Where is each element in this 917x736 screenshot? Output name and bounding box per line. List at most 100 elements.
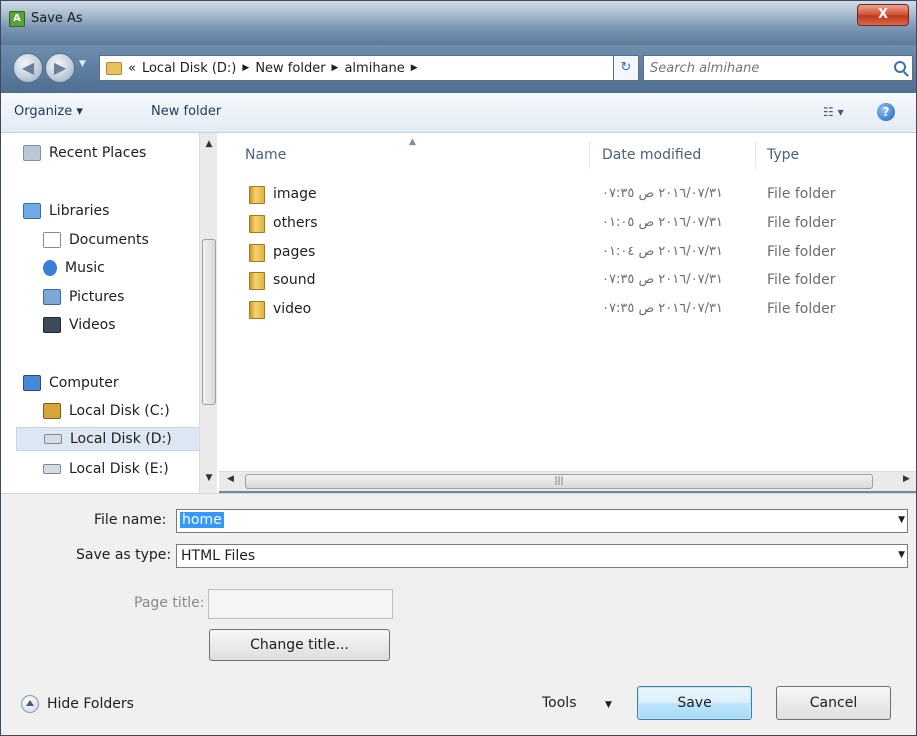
window-title: Save As bbox=[31, 11, 83, 26]
nav-item-music[interactable]: Music bbox=[43, 256, 105, 280]
nav-item-label: Music bbox=[65, 260, 105, 276]
column-divider[interactable] bbox=[755, 141, 756, 169]
nav-item-local-disk-d[interactable]: Local Disk (D:) bbox=[16, 427, 201, 451]
nav-item-label: Local Disk (E:) bbox=[69, 461, 169, 477]
file-row[interactable]: video ٢٠١٦/٠٧/٣١ ص ٠٧:٣٥ File folder bbox=[219, 296, 916, 324]
file-list: ▲ Name Date modified Type image ٢٠١٦/٠٧/… bbox=[219, 133, 916, 471]
file-name: pages bbox=[273, 244, 316, 260]
nav-item-label: Pictures bbox=[69, 289, 125, 305]
nav-item-pictures[interactable]: Pictures bbox=[43, 285, 124, 309]
folder-icon bbox=[249, 186, 265, 204]
scroll-right-icon[interactable]: ▶ bbox=[903, 474, 910, 484]
folder-icon bbox=[249, 301, 265, 319]
documents-icon bbox=[43, 232, 61, 248]
column-header-date-modified[interactable]: Date modified bbox=[602, 141, 701, 169]
back-button[interactable]: ◀ bbox=[13, 53, 43, 83]
save-as-type-value: HTML Files bbox=[181, 548, 256, 564]
file-date: ٢٠١٦/٠٧/٣١ ص ٠١:٠٤ bbox=[602, 244, 723, 259]
breadcrumb-item[interactable]: New folder bbox=[255, 61, 325, 76]
folder-icon bbox=[249, 272, 265, 290]
breadcrumb-item[interactable]: almihane bbox=[344, 61, 404, 76]
file-type: File folder bbox=[767, 215, 836, 231]
navigation-scrollbar[interactable]: ▲ ▼ bbox=[199, 133, 217, 493]
file-row[interactable]: pages ٢٠١٦/٠٧/٣١ ص ٠١:٠٤ File folder bbox=[219, 239, 916, 267]
nav-item-local-disk-c[interactable]: Local Disk (C:) bbox=[43, 399, 170, 423]
chevron-right-icon[interactable]: ▶ bbox=[242, 63, 249, 73]
nav-item-label: Computer bbox=[49, 375, 119, 391]
save-as-type-label: Save as type: bbox=[76, 547, 172, 563]
scroll-down-icon[interactable]: ▼ bbox=[200, 473, 218, 483]
nav-item-videos[interactable]: Videos bbox=[43, 313, 116, 337]
cancel-button[interactable]: Cancel bbox=[776, 686, 891, 720]
nav-item-local-disk-e[interactable]: Local Disk (E:) bbox=[43, 457, 169, 481]
column-header-name[interactable]: Name bbox=[245, 141, 286, 169]
address-bar[interactable]: « Local Disk (D:) ▶ New folder ▶ almihan… bbox=[99, 55, 639, 81]
refresh-icon[interactable]: ↻ bbox=[613, 55, 639, 81]
file-name: video bbox=[273, 301, 312, 317]
search-input[interactable] bbox=[650, 59, 880, 77]
save-as-dialog: A Save As X ◀ ▶ ▼ « Local Disk (D:) ▶ Ne… bbox=[0, 0, 917, 736]
folder-icon bbox=[249, 215, 265, 233]
folder-icon bbox=[249, 244, 265, 262]
chevron-up-icon bbox=[21, 695, 39, 713]
breadcrumb-item[interactable]: Local Disk (D:) bbox=[142, 61, 236, 76]
change-title-button[interactable]: Change title... bbox=[209, 629, 390, 661]
nav-item-documents[interactable]: Documents bbox=[43, 228, 149, 252]
computer-icon bbox=[23, 375, 41, 391]
libraries-icon bbox=[23, 203, 41, 219]
scroll-left-icon[interactable]: ◀ bbox=[227, 474, 234, 484]
command-bar: Organize ▾ New folder ☷ ▾ ? bbox=[1, 93, 916, 133]
local-disk-c-icon bbox=[43, 403, 61, 419]
views-icon[interactable]: ☷ ▾ bbox=[823, 105, 844, 119]
column-header-type[interactable]: Type bbox=[767, 141, 799, 169]
file-row[interactable]: sound ٢٠١٦/٠٧/٣١ ص ٠٧:٣٥ File folder bbox=[219, 267, 916, 295]
scroll-thumb[interactable]: ||| bbox=[245, 474, 873, 489]
scroll-thumb[interactable] bbox=[202, 239, 216, 405]
save-button[interactable]: Save bbox=[637, 686, 752, 720]
file-name: image bbox=[273, 186, 317, 202]
page-title-label: Page title: bbox=[134, 595, 205, 611]
hide-folders-label: Hide Folders bbox=[47, 696, 134, 712]
close-button[interactable]: X bbox=[857, 4, 909, 26]
nav-item-label: Documents bbox=[69, 232, 149, 248]
file-date: ٢٠١٦/٠٧/٣١ ص ٠٧:٣٥ bbox=[602, 186, 723, 201]
tools-menu-button[interactable]: Tools bbox=[542, 695, 577, 711]
column-divider[interactable] bbox=[589, 141, 590, 169]
videos-icon bbox=[43, 317, 61, 333]
chevron-down-icon[interactable]: ▼ bbox=[898, 515, 905, 525]
chevron-right-icon[interactable]: ▶ bbox=[411, 63, 418, 73]
title-bar: A Save As X bbox=[1, 1, 916, 45]
music-icon bbox=[43, 260, 57, 276]
hide-folders-button[interactable]: Hide Folders bbox=[21, 695, 134, 713]
file-date: ٢٠١٦/٠٧/٣١ ص ٠٧:٣٥ bbox=[602, 272, 723, 287]
file-type: File folder bbox=[767, 272, 836, 288]
app-icon: A bbox=[9, 11, 25, 27]
file-row[interactable]: image ٢٠١٦/٠٧/٣١ ص ٠٧:٣٥ File folder bbox=[219, 181, 916, 209]
horizontal-scrollbar[interactable]: ◀ ||| ▶ bbox=[219, 471, 916, 491]
save-as-type-select[interactable]: HTML Files ▼ bbox=[176, 544, 908, 568]
forward-button[interactable]: ▶ bbox=[45, 53, 75, 83]
chevron-down-icon[interactable]: ▼ bbox=[898, 550, 905, 560]
new-folder-button[interactable]: New folder bbox=[151, 104, 221, 119]
breadcrumb-overflow[interactable]: « bbox=[128, 61, 136, 76]
organize-menu-button[interactable]: Organize ▾ bbox=[14, 104, 83, 119]
file-row[interactable]: others ٢٠١٦/٠٧/٣١ ص ٠١:٠٥ File folder bbox=[219, 210, 916, 238]
chevron-down-icon[interactable]: ▼ bbox=[605, 700, 612, 710]
nav-item-libraries[interactable]: Libraries bbox=[23, 199, 109, 223]
file-name-value[interactable]: home bbox=[180, 512, 224, 528]
nav-item-recent-places[interactable]: Recent Places bbox=[23, 141, 146, 165]
pictures-icon bbox=[43, 289, 61, 305]
file-name-field[interactable]: home ▼ bbox=[176, 509, 908, 533]
nav-item-label: Recent Places bbox=[49, 145, 147, 161]
file-name: sound bbox=[273, 272, 316, 288]
file-name-label: File name: bbox=[94, 512, 167, 528]
nav-item-label: Videos bbox=[69, 317, 116, 333]
chevron-right-icon[interactable]: ▶ bbox=[332, 63, 339, 73]
address-row: ◀ ▶ ▼ « Local Disk (D:) ▶ New folder ▶ a… bbox=[1, 45, 916, 93]
file-type: File folder bbox=[767, 186, 836, 202]
nav-item-computer[interactable]: Computer bbox=[23, 371, 119, 395]
search-icon[interactable] bbox=[894, 61, 906, 73]
scroll-up-icon[interactable]: ▲ bbox=[200, 139, 218, 149]
recent-pages-dropdown-icon[interactable]: ▼ bbox=[79, 59, 86, 69]
help-icon[interactable]: ? bbox=[877, 103, 895, 121]
